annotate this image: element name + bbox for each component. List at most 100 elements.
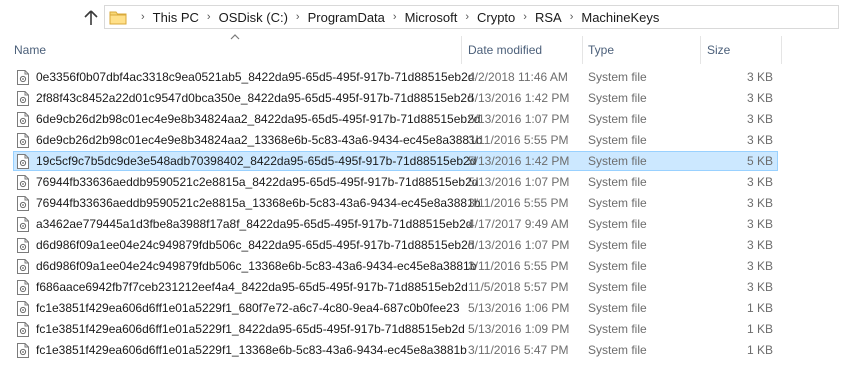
file-date-modified: 5/13/2016 1:07 PM	[468, 238, 570, 252]
file-date-modified: 4/2/2018 11:46 AM	[468, 70, 568, 84]
breadcrumb-item[interactable]: Crypto	[477, 10, 515, 25]
file-name: d6d986f09a1ee04e24c949879fdb506c_8422da9…	[36, 238, 475, 252]
file-row[interactable]: 0e3356f0b07dbf4ac3318c9ea0521ab5_8422da9…	[0, 67, 843, 88]
file-date-modified: 4/17/2017 9:49 AM	[468, 217, 569, 231]
file-row[interactable]: d6d986f09a1ee04e24c949879fdb506c_8422da9…	[0, 235, 843, 256]
system-file-icon	[17, 133, 29, 148]
up-arrow-icon[interactable]	[82, 8, 100, 28]
file-name: 76944fb33636aeddb9590521c2e8815a_13368e6…	[36, 196, 481, 210]
column-header-date-label: Date modified	[468, 43, 543, 57]
column-header-name-label: Name	[14, 43, 47, 57]
file-size: 1 KB	[746, 301, 773, 315]
breadcrumb-item[interactable]: This PC	[153, 10, 199, 25]
file-row[interactable]: fc1e3851f429ea606d6ff1e01a5229f1_8422da9…	[0, 319, 843, 340]
file-date-modified: 3/11/2016 5:55 PM	[468, 133, 569, 147]
file-date-modified: 5/13/2016 1:09 PM	[468, 322, 570, 336]
file-row[interactable]: fc1e3851f429ea606d6ff1e01a5229f1_13368e6…	[0, 340, 843, 361]
column-header-date-modified[interactable]: Date modified	[462, 36, 582, 64]
system-file-icon	[17, 217, 29, 232]
system-file-icon	[17, 343, 29, 358]
column-header-size[interactable]: Size	[701, 36, 781, 64]
breadcrumb-chevron-icon[interactable]: ›	[515, 11, 535, 23]
system-file-icon	[17, 238, 29, 253]
file-size: 3 KB	[746, 91, 773, 105]
file-name: d6d986f09a1ee04e24c949879fdb506c_13368e6…	[36, 259, 477, 273]
file-type: System file	[588, 217, 647, 231]
file-date-modified: 3/11/2016 5:47 PM	[468, 343, 569, 357]
file-type: System file	[588, 259, 647, 273]
file-name: 6de9cb26d2b98c01ec4e9e8b34824aa2_8422da9…	[36, 112, 481, 126]
file-date-modified: 11/5/2018 5:57 PM	[468, 280, 569, 294]
file-type: System file	[588, 238, 647, 252]
system-file-icon	[17, 112, 29, 127]
breadcrumb-chevron-icon[interactable]: ›	[199, 11, 219, 23]
file-size: 3 KB	[746, 70, 773, 84]
file-type: System file	[588, 133, 647, 147]
file-row[interactable]: 19c5cf9c7b5dc9de3e548adb70398402_8422da9…	[0, 151, 843, 172]
column-header-type-label: Type	[588, 43, 615, 57]
file-date-modified: 5/13/2016 1:06 PM	[468, 301, 570, 315]
address-bar[interactable]: › This PC › OSDisk (C:) › ProgramData › Microso…	[104, 5, 839, 29]
file-date-modified: 3/11/2016 5:55 PM	[468, 259, 569, 273]
file-name: 76944fb33636aeddb9590521c2e8815a_8422da9…	[36, 175, 479, 189]
file-size: 3 KB	[746, 175, 773, 189]
file-name: 2f88f43c8452a22d01c9547d0bca350e_8422da9…	[36, 91, 474, 105]
folder-icon	[109, 9, 127, 25]
file-row[interactable]: a3462ae779445a1d3fbe8a3988f17a8f_8422da9…	[0, 214, 843, 235]
column-header-type[interactable]: Type	[582, 36, 700, 64]
file-size: 3 KB	[746, 196, 773, 210]
breadcrumb-item[interactable]: Microsoft	[405, 10, 458, 25]
file-type: System file	[588, 154, 647, 168]
file-size: 3 KB	[746, 238, 773, 252]
file-type: System file	[588, 91, 647, 105]
file-name: 6de9cb26d2b98c01ec4e9e8b34824aa2_13368e6…	[36, 133, 483, 147]
file-type: System file	[588, 196, 647, 210]
breadcrumb-chevron-icon[interactable]: ›	[288, 11, 308, 23]
file-size: 3 KB	[746, 112, 773, 126]
column-header-row: Name Date modified Type Size	[0, 36, 843, 64]
breadcrumb-item[interactable]: MachineKeys	[581, 10, 659, 25]
file-name: a3462ae779445a1d3fbe8a3988f17a8f_8422da9…	[36, 217, 473, 231]
system-file-icon	[17, 70, 29, 85]
system-file-icon	[17, 301, 29, 316]
file-name: fc1e3851f429ea606d6ff1e01a5229f1_8422da9…	[36, 322, 465, 336]
file-size: 3 KB	[746, 133, 773, 147]
file-date-modified: 5/13/2016 1:42 PM	[468, 154, 570, 168]
column-divider[interactable]	[781, 36, 782, 64]
file-size: 5 KB	[746, 154, 773, 168]
breadcrumb-item[interactable]: ProgramData	[308, 10, 385, 25]
breadcrumb-chevron-icon[interactable]: ›	[562, 11, 582, 23]
file-name: 0e3356f0b07dbf4ac3318c9ea0521ab5_8422da9…	[36, 70, 475, 84]
file-size: 3 KB	[746, 280, 773, 294]
file-row[interactable]: 6de9cb26d2b98c01ec4e9e8b34824aa2_8422da9…	[0, 109, 843, 130]
file-row[interactable]: 6de9cb26d2b98c01ec4e9e8b34824aa2_13368e6…	[0, 130, 843, 151]
file-list: 0e3356f0b07dbf4ac3318c9ea0521ab5_8422da9…	[0, 67, 843, 361]
file-row[interactable]: 76944fb33636aeddb9590521c2e8815a_13368e6…	[0, 193, 843, 214]
system-file-icon	[17, 280, 29, 295]
file-size: 3 KB	[746, 259, 773, 273]
file-date-modified: 5/13/2016 1:42 PM	[468, 91, 570, 105]
breadcrumb-chevron-icon[interactable]: ›	[385, 11, 405, 23]
address-bar-row: › This PC › OSDisk (C:) › ProgramData › Microso…	[0, 0, 843, 36]
file-row[interactable]: f686aace6942fb7f7ceb231212eef4a4_8422da9…	[0, 277, 843, 298]
breadcrumb-item[interactable]: RSA	[535, 10, 562, 25]
file-date-modified: 5/13/2016 1:07 PM	[468, 112, 570, 126]
file-row[interactable]: fc1e3851f429ea606d6ff1e01a5229f1_680f7e7…	[0, 298, 843, 319]
file-size: 3 KB	[746, 217, 773, 231]
file-row[interactable]: d6d986f09a1ee04e24c949879fdb506c_13368e6…	[0, 256, 843, 277]
file-type: System file	[588, 301, 647, 315]
system-file-icon	[17, 196, 29, 211]
file-name: 19c5cf9c7b5dc9de3e548adb70398402_8422da9…	[36, 154, 477, 168]
breadcrumb-chevron-icon[interactable]: ›	[133, 11, 153, 23]
breadcrumb-item[interactable]: OSDisk (C:)	[219, 10, 288, 25]
file-row[interactable]: 2f88f43c8452a22d01c9547d0bca350e_8422da9…	[0, 88, 843, 109]
column-header-size-label: Size	[707, 43, 731, 57]
file-name: fc1e3851f429ea606d6ff1e01a5229f1_680f7e7…	[36, 301, 460, 315]
system-file-icon	[17, 175, 29, 190]
file-row[interactable]: 76944fb33636aeddb9590521c2e8815a_8422da9…	[0, 172, 843, 193]
file-type: System file	[588, 112, 647, 126]
system-file-icon	[17, 322, 29, 337]
system-file-icon	[17, 154, 29, 169]
file-date-modified: 3/11/2016 5:55 PM	[468, 196, 569, 210]
breadcrumb-chevron-icon[interactable]: ›	[457, 11, 477, 23]
